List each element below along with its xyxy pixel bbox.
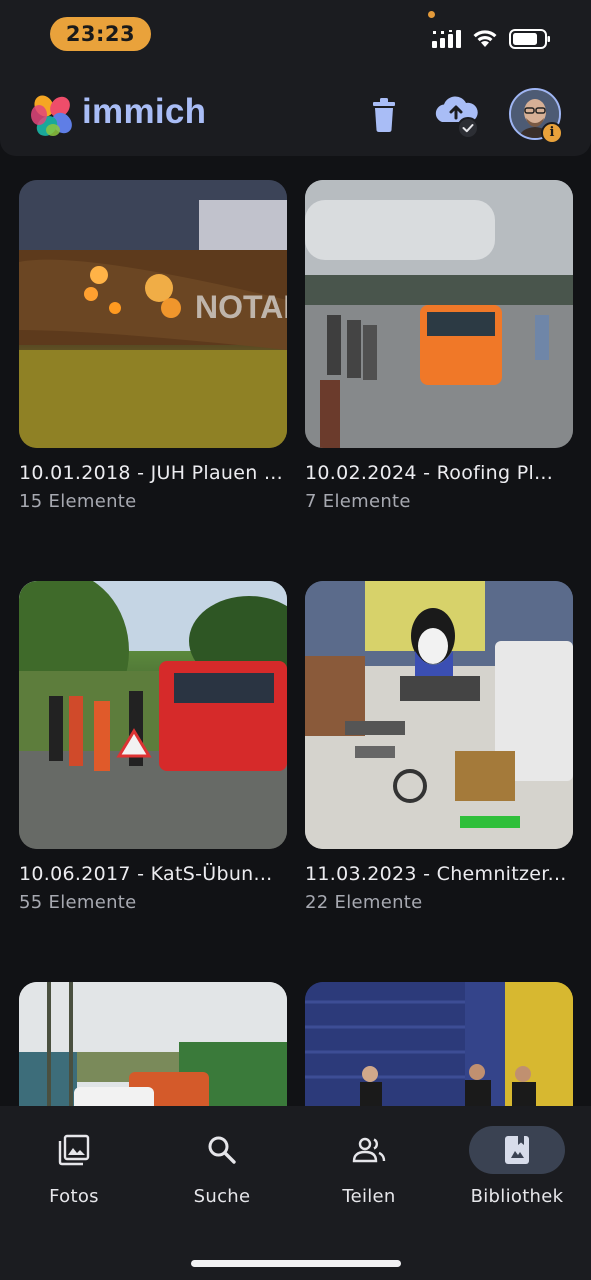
- avatar-info-badge: i: [541, 122, 563, 144]
- nav-label-teilen: Teilen: [342, 1186, 396, 1207]
- active-indicator: [469, 1126, 565, 1174]
- album-title: 10.06.2017 - KatS-Übun...: [19, 863, 273, 885]
- photos-icon: [58, 1134, 90, 1166]
- fire-brigade-training-photo-icon: [305, 180, 573, 448]
- album-title: 10.01.2018 - JUH Plauen ...: [19, 462, 283, 484]
- immich-logo-icon: [31, 95, 72, 136]
- maker-table-photo-icon: [305, 581, 573, 849]
- share-people-icon: [352, 1137, 386, 1163]
- album-thumbnail[interactable]: NOTAR: [19, 180, 287, 448]
- cellular-signal-icon: [432, 30, 461, 48]
- notarzt-sign-text: NOTAR: [195, 289, 287, 325]
- nav-item-bibliothek[interactable]: Bibliothek: [457, 1126, 577, 1207]
- bottom-navigation: Fotos Suche Teilen Bibliothek: [0, 1106, 591, 1280]
- battery-icon: [509, 29, 550, 49]
- emergency-light-photo-icon: NOTAR: [19, 180, 287, 448]
- search-icon: [208, 1136, 236, 1164]
- nav-label-fotos: Fotos: [49, 1186, 99, 1207]
- nav-item-fotos[interactable]: Fotos: [14, 1126, 134, 1207]
- status-bar: 23:23: [0, 0, 591, 72]
- album-card[interactable]: 11.03.2023 - Chemnitzer... 22 Elemente: [305, 581, 573, 913]
- album-title: 10.02.2024 - Roofing Pl...: [305, 462, 554, 484]
- app-header: immich: [0, 72, 591, 156]
- album-thumbnail[interactable]: [305, 581, 573, 849]
- album-thumbnail[interactable]: [19, 581, 287, 849]
- album-count: 55 Elemente: [19, 892, 137, 913]
- wifi-icon: [473, 30, 497, 47]
- nav-label-bibliothek: Bibliothek: [470, 1186, 564, 1207]
- nav-item-teilen[interactable]: Teilen: [309, 1126, 429, 1207]
- nav-item-suche[interactable]: Suche: [162, 1126, 282, 1207]
- album-card[interactable]: NOTAR 10.01.2018 - JUH Plauen ... 15 Ele…: [19, 180, 287, 512]
- privacy-indicator-dot: [428, 11, 435, 18]
- trash-button[interactable]: [366, 94, 402, 134]
- status-time: 23:23: [50, 17, 151, 51]
- album-count: 7 Elemente: [305, 491, 411, 512]
- album-card[interactable]: 10.06.2017 - KatS-Übun... 55 Elemente: [19, 581, 287, 913]
- album-card[interactable]: 10.02.2024 - Roofing Pl... 7 Elemente: [305, 180, 573, 512]
- album-thumbnail[interactable]: [305, 180, 573, 448]
- cloud-backup-button[interactable]: [432, 92, 482, 142]
- app-name: immich: [82, 92, 207, 131]
- nav-label-suche: Suche: [193, 1186, 251, 1207]
- home-indicator[interactable]: [191, 1260, 401, 1267]
- album-count: 22 Elemente: [305, 892, 423, 913]
- album-title: 11.03.2023 - Chemnitzer...: [305, 863, 567, 885]
- library-icon: [505, 1136, 529, 1164]
- fire-truck-exercise-photo-icon: [19, 581, 287, 849]
- album-count: 15 Elemente: [19, 491, 137, 512]
